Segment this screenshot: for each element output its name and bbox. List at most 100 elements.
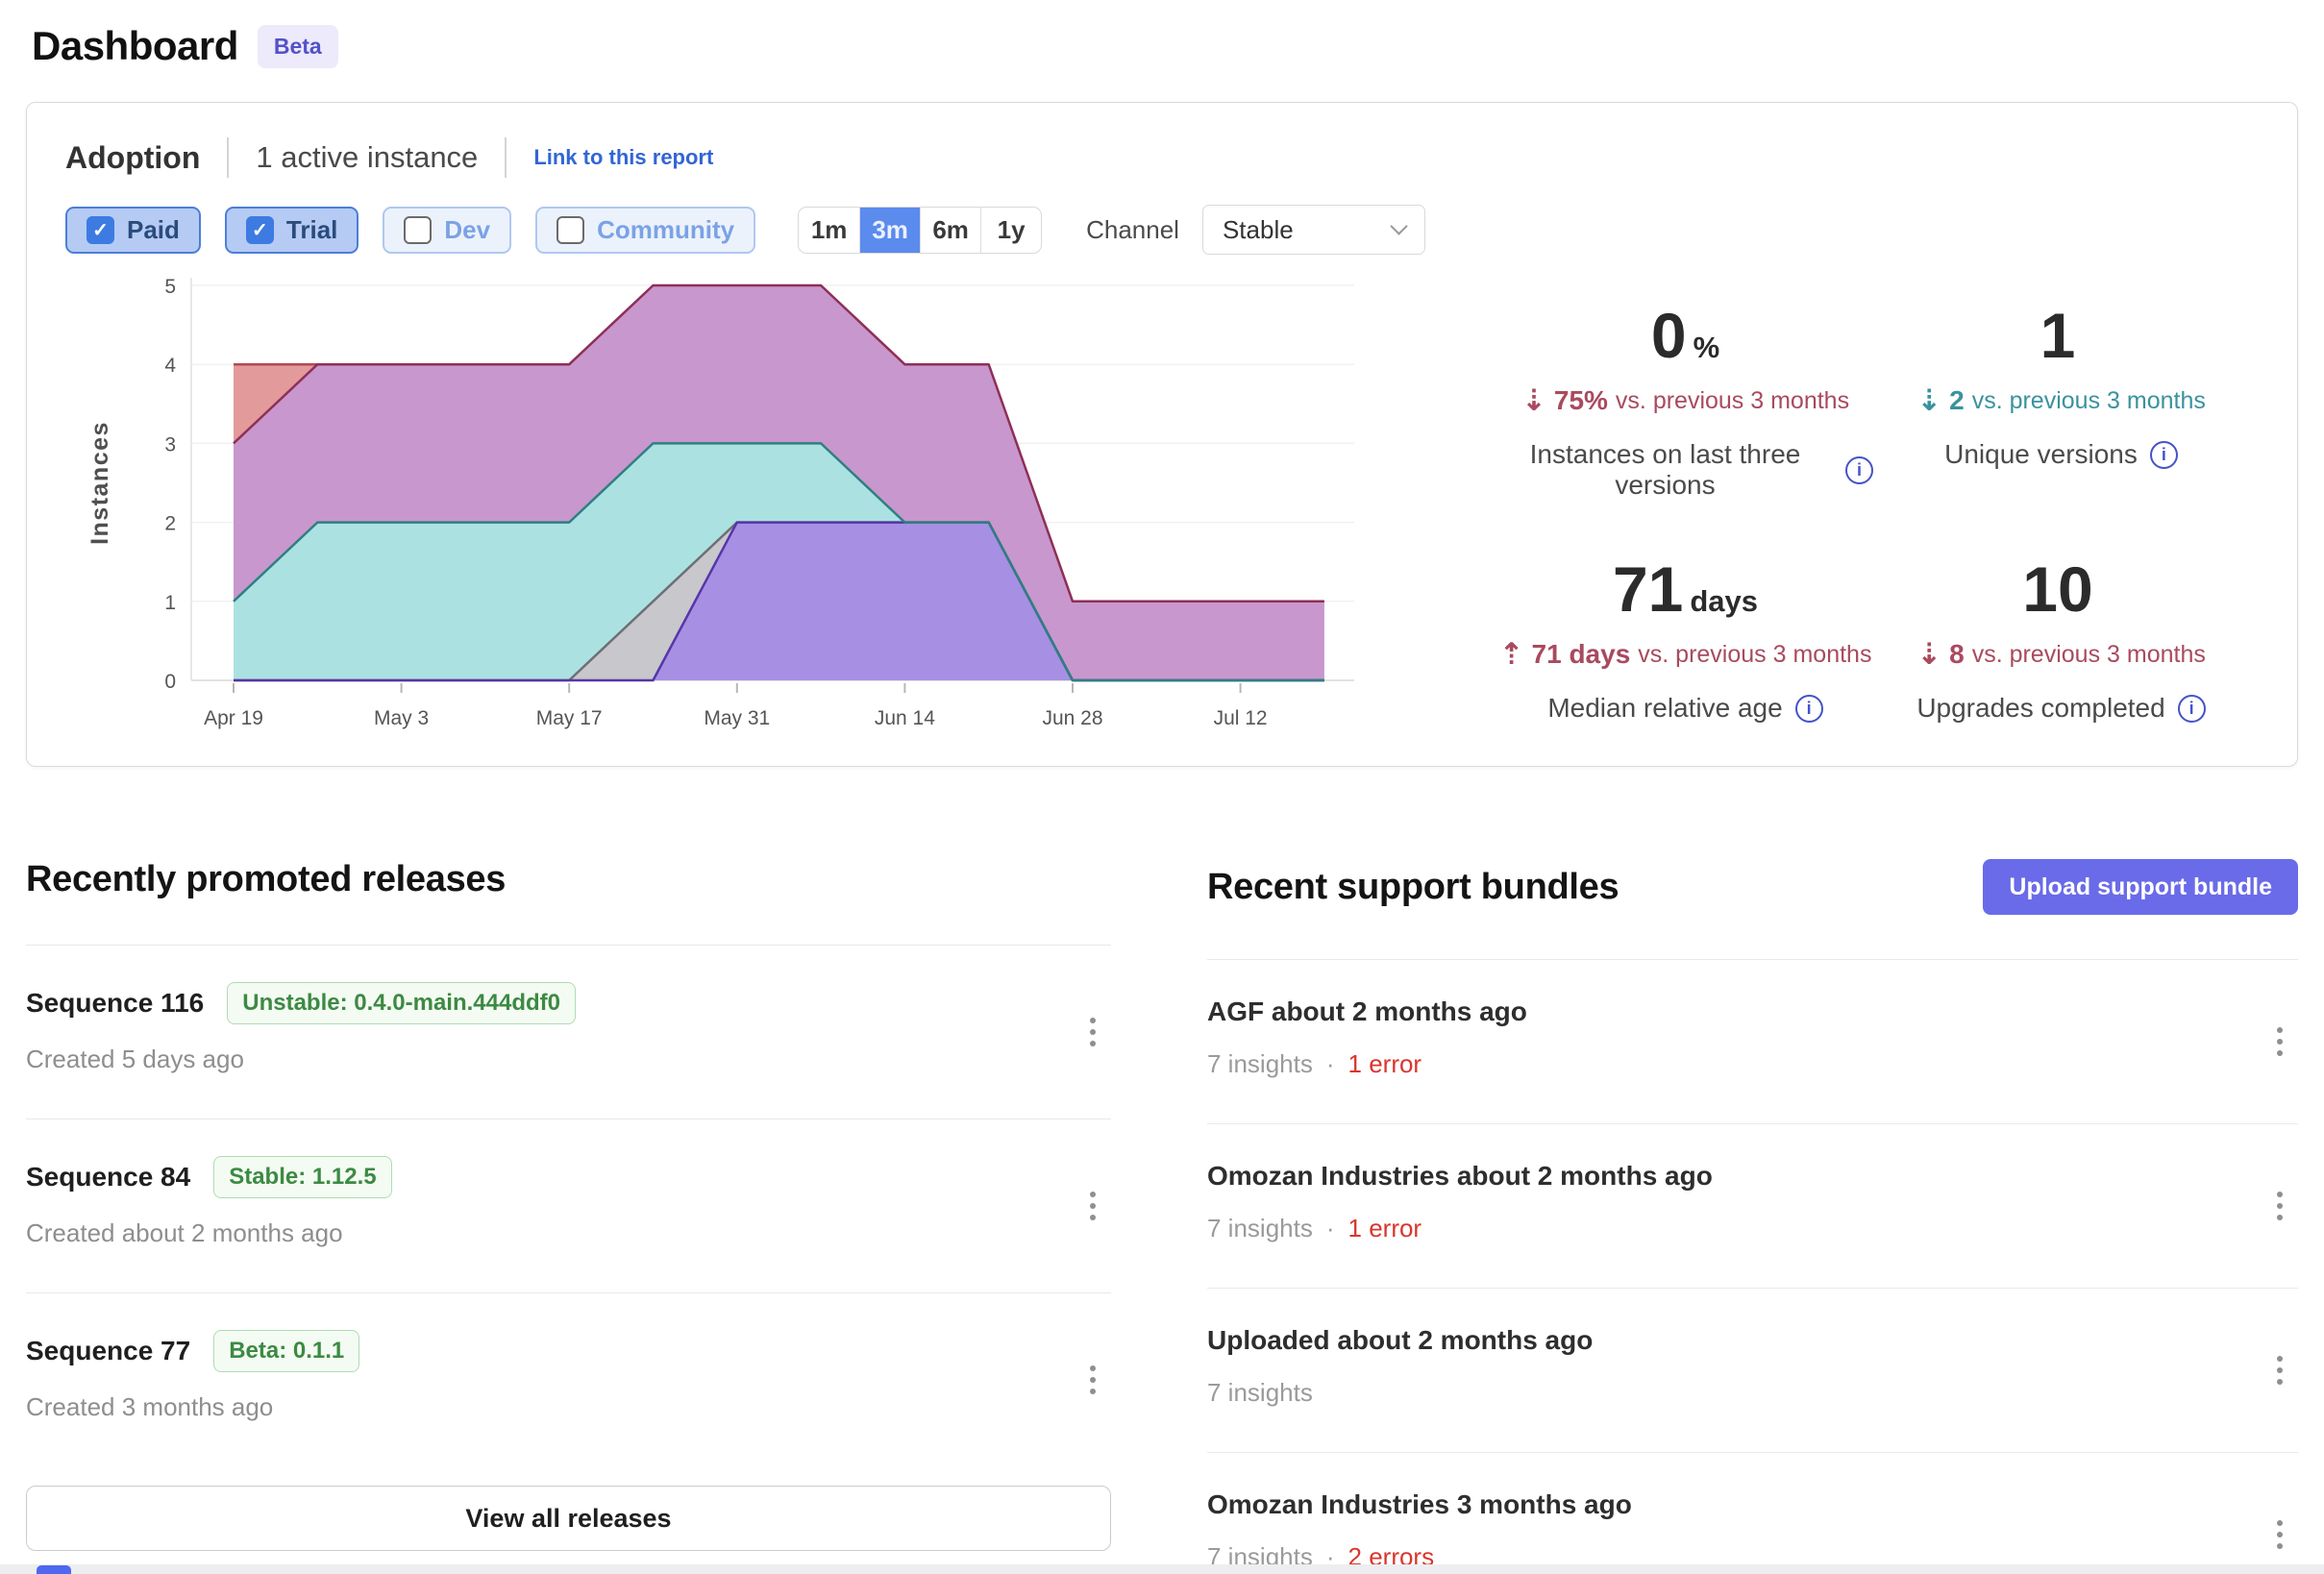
view-all-releases-button[interactable]: View all releases [26,1486,1111,1551]
beta-badge: Beta [258,25,338,68]
kebab-menu-icon[interactable] [1082,1010,1103,1054]
range-1y[interactable]: 1y [980,208,1041,253]
release-channel-badge: Beta: 0.1.1 [213,1330,359,1372]
bundle-title: Omozan Industries 3 months ago [1207,1489,2240,1520]
dot-separator: · [1326,1214,1335,1243]
checkbox-unchecked-icon [404,216,432,244]
svg-text:Jul 12: Jul 12 [1214,707,1268,729]
kebab-menu-icon[interactable] [2269,1020,2290,1064]
stat-delta: 2 [1949,385,1965,416]
svg-text:May 3: May 3 [374,707,429,729]
kebab-menu-icon[interactable] [1082,1358,1103,1402]
divider [227,137,229,178]
kebab-menu-icon[interactable] [1082,1184,1103,1228]
release-title: Sequence 116 [26,988,204,1019]
adoption-chart: 012345Apr 19May 3May 17May 31Jun 14Jun 2… [65,270,1401,729]
release-created: Created 3 months ago [26,1392,1053,1422]
svg-text:May 31: May 31 [704,707,770,729]
checkbox-checked-icon [246,216,274,244]
bundle-insights: 7 insights [1207,1214,1313,1243]
chevron-down-icon [1390,217,1407,234]
kebab-menu-icon[interactable] [2269,1513,2290,1557]
svg-text:0: 0 [164,671,176,693]
channel-select[interactable]: Stable [1202,205,1425,255]
license-filter-group: Paid Trial Dev Community [65,207,755,254]
bundle-title: AGF about 2 months ago [1207,996,2240,1027]
stat-value: 0 [1651,299,1687,372]
adoption-card-header: Adoption 1 active instance Link to this … [65,137,2259,178]
release-created: Created 5 days ago [26,1045,1053,1074]
range-1m[interactable]: 1m [799,208,859,253]
bundle-row[interactable]: Uploaded about 2 months ago 7 insights [1207,1288,2298,1452]
releases-section: Recently promoted releases Sequence 116 … [26,859,1111,1574]
bundle-row[interactable]: Omozan Industries 3 months ago 7 insight… [1207,1452,2298,1574]
range-3m[interactable]: 3m [859,208,920,253]
arrow-down-icon: ⇣ [1916,383,1941,418]
release-created: Created about 2 months ago [26,1218,1053,1248]
stat-unit: % [1694,331,1720,365]
stat-median-relative-age: 71 days ⇡ 71 days vs. previous 3 months … [1497,553,1873,724]
chat-widget-peek[interactable] [37,1565,71,1574]
dashboard-page: Dashboard Beta Adoption 1 active instanc… [0,0,2324,1574]
adoption-controls: Paid Trial Dev Community 1m 3m 6m [65,205,2259,255]
support-bundles-section: Recent support bundles Upload support bu… [1207,859,2298,1574]
svg-text:5: 5 [164,276,176,298]
stat-label: Upgrades completed [1916,693,2164,724]
stat-label: Unique versions [1944,439,2138,470]
info-icon[interactable]: i [1845,456,1873,484]
channel-label: Channel [1086,215,1179,245]
kebab-menu-icon[interactable] [2269,1348,2290,1392]
filter-paid[interactable]: Paid [65,207,201,254]
channel-value: Stable [1223,215,1294,245]
releases-heading: Recently promoted releases [26,859,1111,900]
stat-delta-suffix: vs. previous 3 months [1972,641,2206,669]
bundle-row[interactable]: AGF about 2 months ago 7 insights · 1 er… [1207,959,2298,1123]
filter-dev[interactable]: Dev [383,207,511,254]
bundle-title: Uploaded about 2 months ago [1207,1325,2240,1356]
checkbox-checked-icon [87,216,114,244]
info-icon[interactable]: i [1795,695,1823,723]
stat-instances-last-three-versions: 0 % ⇣ 75% vs. previous 3 months Instance… [1497,299,1873,501]
release-row[interactable]: Sequence 84 Stable: 1.12.5 Created about… [26,1119,1111,1292]
svg-text:1: 1 [164,592,176,614]
info-icon[interactable]: i [2150,441,2178,469]
checkbox-unchecked-icon [556,216,584,244]
release-channel-badge: Stable: 1.12.5 [213,1156,391,1198]
kebab-menu-icon[interactable] [2269,1184,2290,1228]
stat-delta: 75% [1554,385,1608,416]
stat-label: Median relative age [1547,693,1782,724]
chart-and-stats: 012345Apr 19May 3May 17May 31Jun 14Jun 2… [65,270,2259,729]
bundle-errors: 1 error [1348,1049,1422,1079]
release-row[interactable]: Sequence 77 Beta: 0.1.1 Created 3 months… [26,1292,1111,1466]
bundle-insights: 7 insights [1207,1378,1313,1408]
stat-delta: 71 days [1532,639,1631,670]
page-header: Dashboard Beta [0,0,2324,69]
stat-delta-suffix: vs. previous 3 months [1972,387,2206,415]
stat-unique-versions: 1 ⇣ 2 vs. previous 3 months Unique versi… [1873,299,2249,501]
adoption-title: Adoption [65,140,200,176]
divider [505,137,507,178]
filter-trial[interactable]: Trial [225,207,358,254]
release-title: Sequence 84 [26,1162,190,1193]
bundle-errors: 1 error [1348,1214,1422,1243]
channel-control: Channel Stable [1086,205,1425,255]
info-icon[interactable]: i [2178,695,2206,723]
stat-delta-suffix: vs. previous 3 months [1616,387,1849,415]
svg-text:4: 4 [164,355,176,377]
filter-community[interactable]: Community [535,207,755,254]
upload-support-bundle-button[interactable]: Upload support bundle [1983,859,2298,915]
svg-text:Instances: Instances [87,421,113,545]
link-to-report[interactable]: Link to this report [533,145,713,170]
release-row[interactable]: Sequence 116 Unstable: 0.4.0-main.444ddf… [26,945,1111,1119]
stat-unit: days [1690,584,1758,619]
filter-label: Dev [444,215,490,245]
dot-separator: · [1326,1049,1335,1079]
svg-text:Jun 14: Jun 14 [875,707,935,729]
svg-text:Jun 28: Jun 28 [1042,707,1102,729]
range-6m[interactable]: 6m [920,208,980,253]
stat-value: 10 [2022,553,2092,626]
bundle-row[interactable]: Omozan Industries about 2 months ago 7 i… [1207,1123,2298,1288]
active-instance-count: 1 active instance [256,140,478,175]
bundles-heading: Recent support bundles [1207,867,1619,908]
release-channel-badge: Unstable: 0.4.0-main.444ddf0 [227,982,576,1024]
